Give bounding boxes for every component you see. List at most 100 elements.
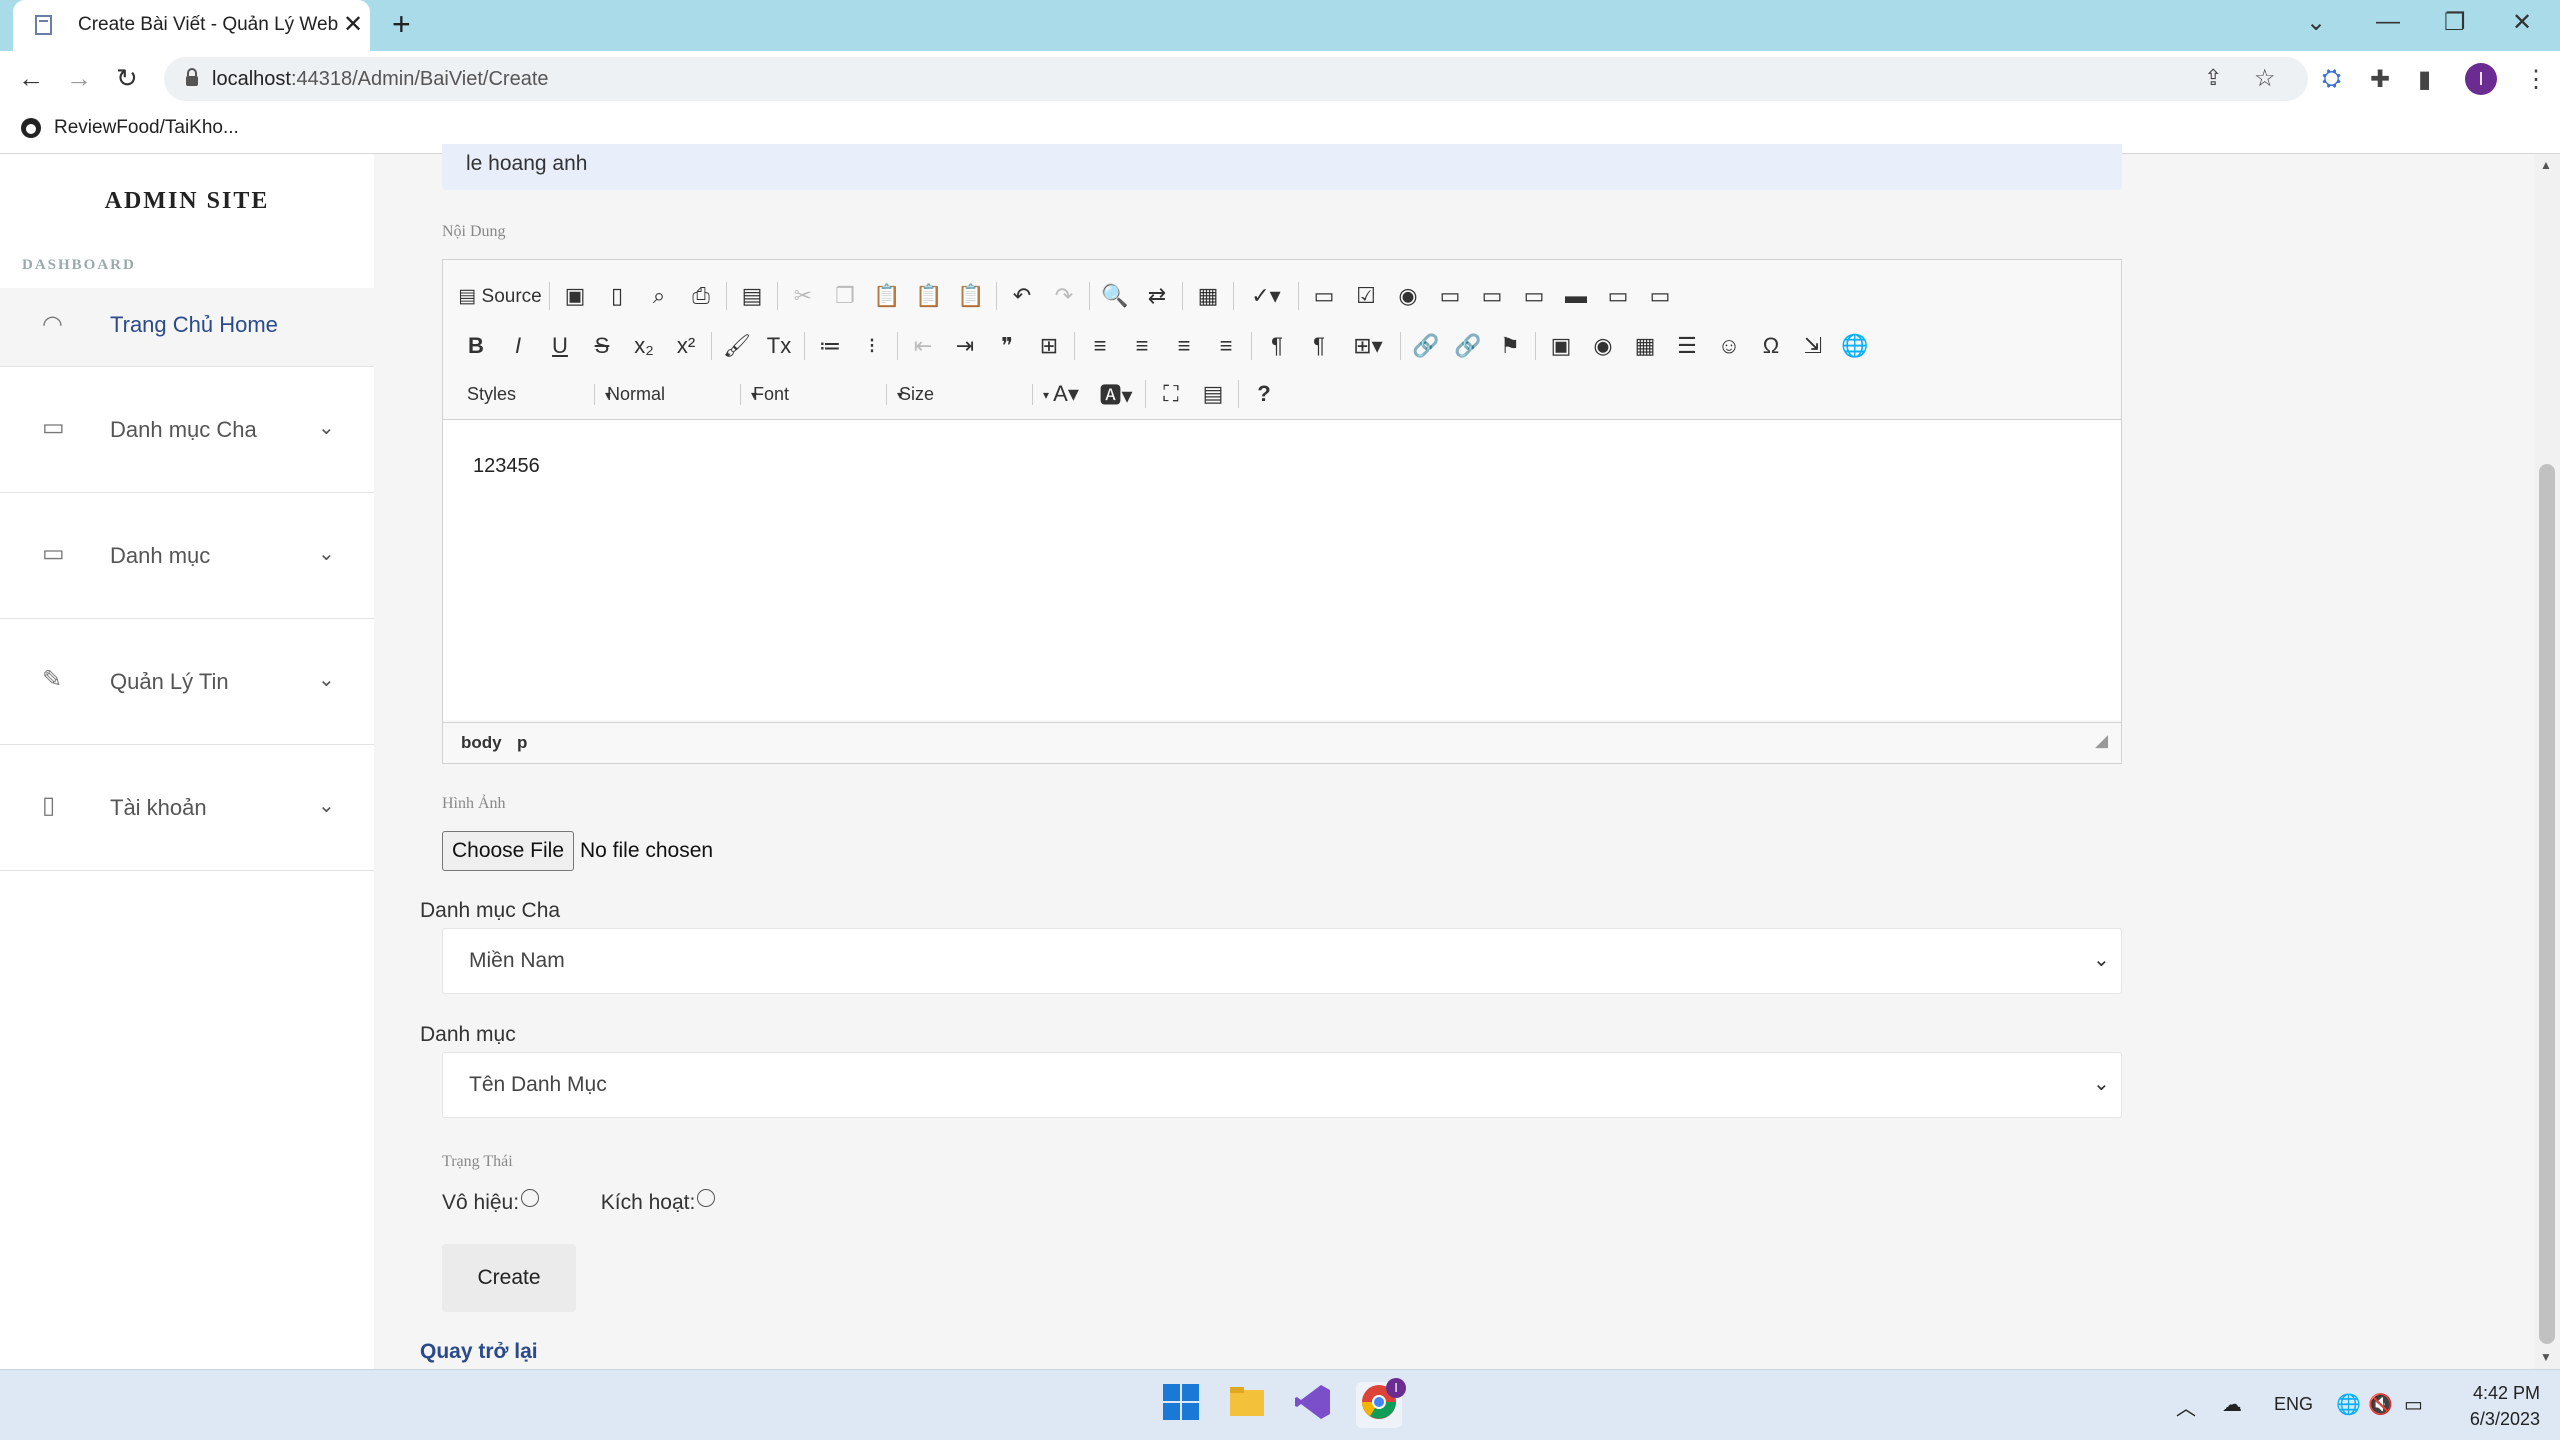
div-container-icon[interactable]: ⊞ [1028, 333, 1070, 359]
preview-icon[interactable]: ⌕ [638, 283, 680, 309]
unlink-icon[interactable]: 🔗 [1447, 333, 1489, 359]
disabled-radio[interactable] [521, 1189, 540, 1207]
active-radio[interactable] [697, 1189, 716, 1207]
align-right-icon[interactable]: ≡ [1163, 333, 1205, 359]
link-icon[interactable]: 🔗 [1405, 333, 1447, 359]
language-icon[interactable]: ⊞▾ [1340, 333, 1396, 359]
form-icon[interactable]: ▭ [1303, 283, 1345, 309]
rtl-icon[interactable]: ¶ [1298, 333, 1340, 359]
radio-icon[interactable]: ◉ [1387, 283, 1429, 309]
chevron-down-icon[interactable]: ⌄ [318, 415, 335, 440]
sidebar-item-tai-khoan[interactable]: ▯ Tài khoản ⌄ [0, 745, 374, 871]
underline-icon[interactable]: U [539, 333, 581, 359]
save-icon[interactable]: ▣ [554, 283, 596, 309]
cut-icon[interactable]: ✂ [782, 283, 824, 309]
back-arrow-icon[interactable]: ← [18, 63, 44, 94]
paste-word-icon[interactable]: 📋 [950, 283, 992, 309]
forward-arrow-icon[interactable]: → [66, 63, 92, 94]
new-page-icon[interactable]: ▯ [596, 283, 638, 309]
address-bar[interactable]: localhost:44318/Admin/BaiViet/Create ⇪ ☆ [164, 57, 2308, 101]
redo-icon[interactable]: ↷ [1043, 283, 1085, 309]
battery-icon[interactable]: ▭ [2404, 1392, 2423, 1417]
taskbar-clock[interactable]: 4:42 PM 6/3/2023 [2440, 1380, 2540, 1432]
paste-text-icon[interactable]: 📋 [908, 283, 950, 309]
anchor-flag-icon[interactable]: ⚑ [1489, 333, 1531, 359]
remove-format-icon[interactable]: Tx [758, 333, 800, 359]
align-left-icon[interactable]: ≡ [1079, 333, 1121, 359]
network-globe-icon[interactable]: 🌐 [2336, 1392, 2361, 1417]
flash-icon[interactable]: ◉ [1582, 333, 1624, 359]
reload-icon[interactable]: ↻ [116, 63, 138, 94]
path-p[interactable]: p [517, 733, 527, 753]
outdent-icon[interactable]: ⇤ [902, 333, 944, 359]
subscript-icon[interactable]: x₂ [623, 333, 665, 359]
chevron-down-icon[interactable]: ⌄ [318, 793, 335, 818]
tray-chevron-up-icon[interactable]: ︿ [2176, 1392, 2196, 1421]
table-icon[interactable]: ▦ [1624, 333, 1666, 359]
author-input[interactable]: le hoang anh [442, 144, 2122, 190]
sidebar-item-quan-ly-tin[interactable]: ✎ Quản Lý Tin ⌄ [0, 619, 374, 745]
horizontal-line-icon[interactable]: ☰ [1666, 333, 1708, 359]
format-dropdown[interactable]: Normal ▾ [595, 383, 757, 405]
restore-icon[interactable]: ❐ [2444, 8, 2466, 37]
page-break-icon[interactable]: ⇲ [1792, 333, 1834, 359]
button-icon[interactable]: ▬ [1555, 283, 1597, 309]
size-dropdown[interactable]: Size ▾ [887, 383, 1049, 405]
superscript-icon[interactable]: x² [665, 333, 707, 359]
side-panel-icon[interactable]: ▮ [2418, 65, 2431, 94]
chevron-down-icon[interactable]: ⌄ [318, 667, 335, 692]
back-link[interactable]: Quay trở lại [420, 1340, 538, 1364]
bold-icon[interactable]: B [455, 333, 497, 359]
maximize-icon[interactable]: ⛶ [1150, 381, 1192, 407]
resize-handle-icon[interactable]: ◢ [2095, 731, 2108, 751]
justify-icon[interactable]: ≡ [1205, 333, 1247, 359]
print-icon[interactable]: ⎙ [680, 283, 722, 309]
bulleted-list-icon[interactable]: ⁝ [851, 333, 893, 359]
chevron-down-icon[interactable]: ⌄ [318, 541, 335, 566]
special-char-icon[interactable]: Ω [1750, 333, 1792, 359]
help-icon[interactable]: ? [1243, 381, 1285, 407]
hidden-field-icon[interactable]: ▭ [1639, 283, 1681, 309]
scroll-down-icon[interactable]: ▼ [2540, 1350, 2552, 1364]
styles-dropdown[interactable]: Styles ▾ [455, 383, 611, 405]
create-button[interactable]: Create [442, 1244, 576, 1312]
parent-category-select[interactable]: Miền Nam ⌄ [442, 928, 2122, 994]
scroll-up-icon[interactable]: ▲ [2540, 158, 2552, 172]
textarea-icon[interactable]: ▭ [1471, 283, 1513, 309]
editor-content-area[interactable]: 123456 [443, 420, 2121, 720]
category-select[interactable]: Tên Danh Mục ⌄ [442, 1052, 2122, 1118]
onedrive-cloud-icon[interactable]: ☁ [2222, 1392, 2242, 1417]
minimize-icon[interactable]: — [2376, 8, 2400, 36]
menu-kebab-icon[interactable]: ⋮ [2524, 65, 2548, 94]
copy-icon[interactable]: ❐ [824, 283, 866, 309]
chrome-icon[interactable]: I [1356, 1378, 1406, 1428]
language-indicator[interactable]: ENG [2274, 1394, 2313, 1415]
sidebar-item-danh-muc-cha[interactable]: ▭ Danh mục Cha ⌄ [0, 367, 374, 493]
textfield-icon[interactable]: ▭ [1429, 283, 1471, 309]
select-icon[interactable]: ▭ [1513, 283, 1555, 309]
visual-studio-icon[interactable] [1290, 1382, 1336, 1428]
image-button-icon[interactable]: ▭ [1597, 283, 1639, 309]
image-icon[interactable]: ▣ [1540, 333, 1582, 359]
profile-avatar[interactable]: I [2465, 63, 2497, 95]
undo-icon[interactable]: ↶ [1001, 283, 1043, 309]
bookmark-star-icon[interactable]: ☆ [2254, 64, 2276, 93]
tab-close-icon[interactable]: ✕ [343, 10, 363, 39]
translate-icon[interactable]: ⛭ [2322, 65, 2341, 93]
indent-icon[interactable]: ⇥ [944, 333, 986, 359]
checkbox-icon[interactable]: ☑ [1345, 283, 1387, 309]
align-center-icon[interactable]: ≡ [1121, 333, 1163, 359]
sidebar-item-danh-muc[interactable]: ▭ Danh mục ⌄ [0, 493, 374, 619]
copy-format-icon[interactable]: 🖌 [716, 333, 758, 359]
blockquote-icon[interactable]: ❞ [986, 333, 1028, 359]
share-icon[interactable]: ⇪ [2204, 65, 2222, 91]
show-blocks-icon[interactable]: ▤ [1192, 381, 1234, 407]
source-button[interactable]: ▤ Source [455, 285, 545, 308]
file-explorer-icon[interactable] [1224, 1382, 1270, 1428]
numbered-list-icon[interactable]: ≔ [809, 333, 851, 359]
window-close-icon[interactable]: ✕ [2512, 8, 2532, 37]
iframe-icon[interactable]: 🌐 [1834, 333, 1876, 359]
tab-search-icon[interactable]: ⌄ [2306, 8, 2326, 37]
page-scrollbar[interactable]: ▲ ▼ [2534, 154, 2560, 1369]
strike-icon[interactable]: S [581, 333, 623, 359]
